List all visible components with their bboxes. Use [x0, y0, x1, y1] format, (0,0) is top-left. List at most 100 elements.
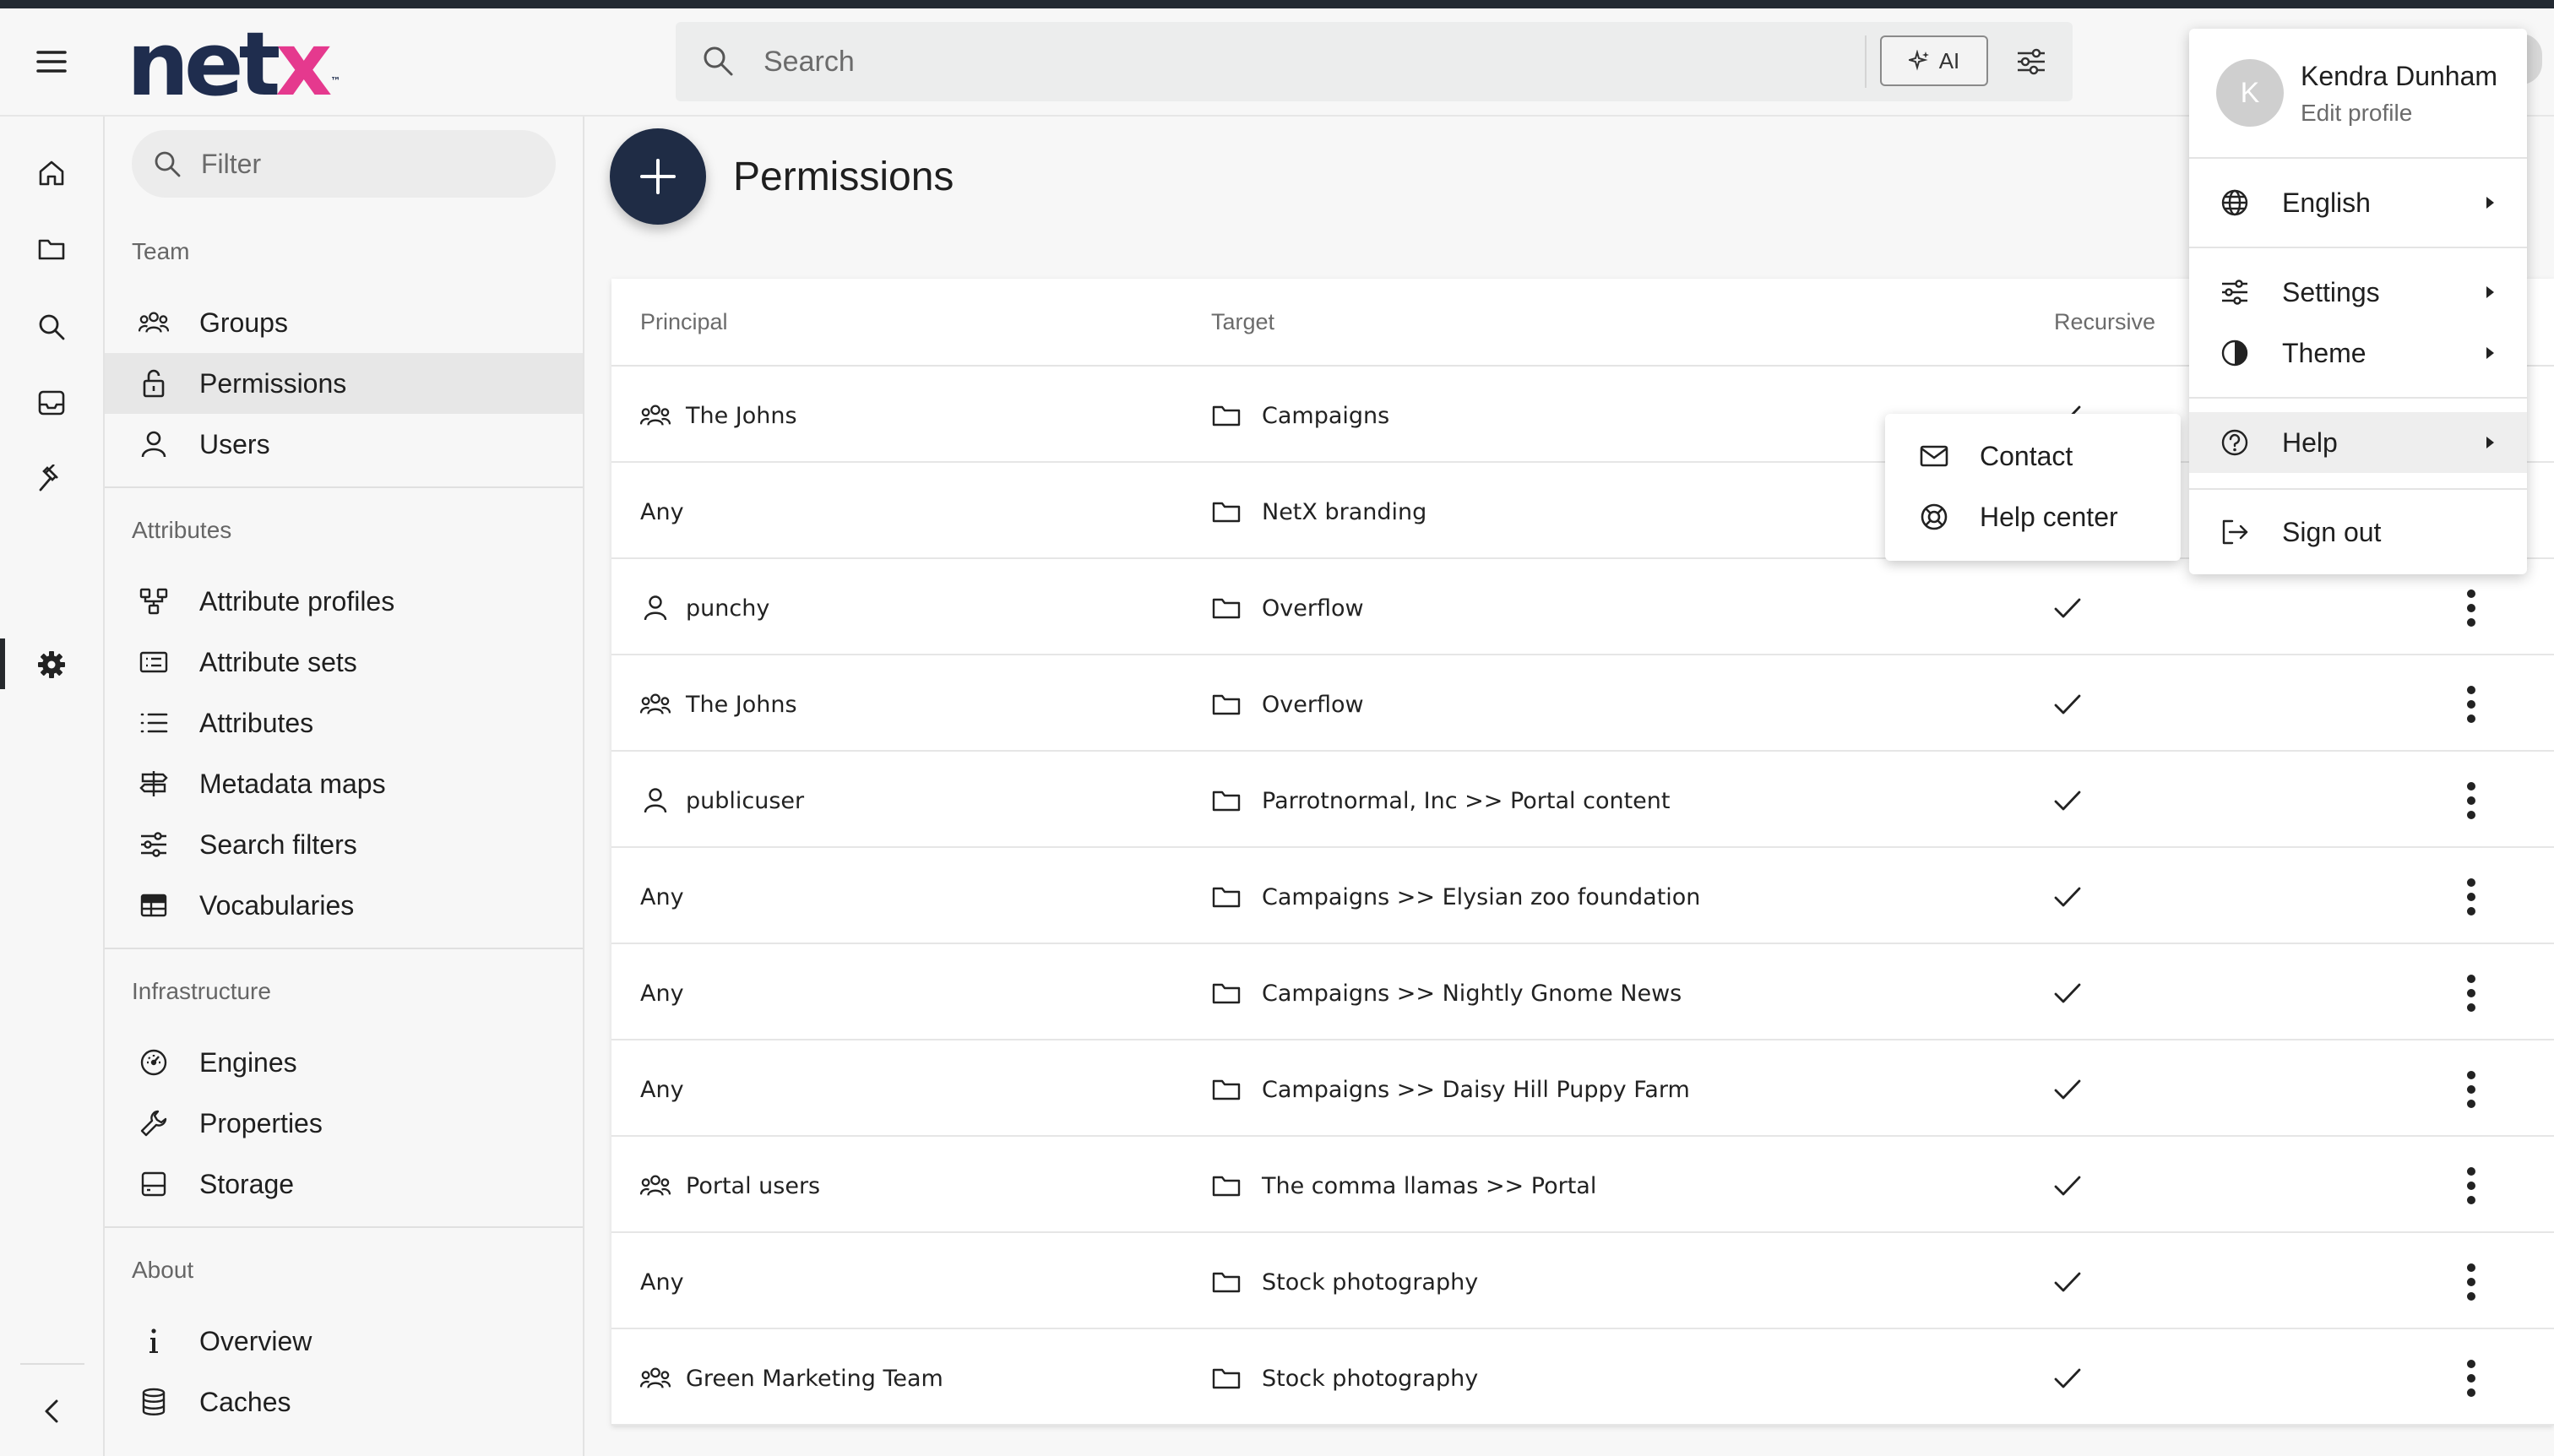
add-permission-button[interactable] [610, 128, 706, 225]
table-row[interactable]: The Johns Overflow [611, 655, 2554, 752]
folder-icon [1211, 689, 1242, 720]
target-path: Overflow [1262, 691, 1364, 718]
table-row[interactable]: Any Stock photography [611, 1233, 2554, 1329]
folder-icon [1211, 1074, 1242, 1105]
column-header-principal[interactable]: Principal [640, 309, 728, 335]
sidebar-item-attributes[interactable]: Attributes [105, 693, 583, 753]
home-icon[interactable] [30, 152, 73, 194]
column-header-recursive[interactable]: Recursive [2054, 309, 2155, 335]
avatar: K [2216, 59, 2284, 127]
menu-item-language[interactable]: English [2189, 172, 2527, 233]
app-header: netx ™ Search AI [0, 8, 2554, 117]
sidebar-item-label: Attribute profiles [199, 586, 395, 617]
gear-icon[interactable] [30, 644, 73, 686]
menu-item-label: Settings [2282, 277, 2380, 307]
collapse-chevron-icon[interactable] [30, 1390, 73, 1432]
search-icon[interactable] [30, 306, 73, 348]
groups-icon [640, 400, 671, 431]
database-icon [139, 1387, 169, 1417]
folder-icon [1211, 593, 1242, 623]
sidebar-item-attribute-profiles[interactable]: Attribute profiles [105, 571, 583, 632]
sidebar-item-users[interactable]: Users [105, 414, 583, 475]
menu-item-label: Theme [2282, 338, 2367, 368]
filter-field[interactable]: Filter [132, 130, 556, 198]
user-icon [640, 785, 671, 816]
table-row[interactable]: publicuser Parrotnormal, Inc >> Portal co… [611, 752, 2554, 848]
row-actions-kebab-icon[interactable] [2453, 684, 2490, 725]
folder-icon[interactable] [30, 228, 73, 270]
search-divider [1865, 35, 1867, 88]
table-row[interactable]: Any Campaigns >> Daisy Hill Puppy Farm [611, 1040, 2554, 1137]
row-actions-kebab-icon[interactable] [2453, 1262, 2490, 1302]
principal-cell: Any [640, 878, 684, 915]
menu-item-help[interactable]: Help [2189, 412, 2527, 473]
checkmark-icon [2051, 784, 2084, 818]
menu-item-settings[interactable]: Settings [2189, 262, 2527, 323]
netx-logo[interactable]: netx ™ [127, 20, 340, 108]
column-header-target[interactable]: Target [1211, 309, 1274, 335]
row-actions-kebab-icon[interactable] [2453, 588, 2490, 628]
sidebar-item-attribute-sets[interactable]: Attribute sets [105, 632, 583, 693]
row-actions-kebab-icon[interactable] [2453, 1165, 2490, 1206]
principal-name: Any [640, 498, 684, 525]
settings-sidenav: Filter Team Groups Permissions Users Att… [105, 117, 584, 1456]
sidebar-item-metadata-maps[interactable]: Metadata maps [105, 753, 583, 814]
sidebar-item-search-filters[interactable]: Search filters [105, 814, 583, 875]
table-row[interactable]: Any Campaigns >> Elysian zoo foundation [611, 848, 2554, 944]
menu-item-label: Sign out [2282, 517, 2382, 547]
target-path: Stock photography [1262, 1269, 1479, 1296]
groups-icon [139, 307, 169, 338]
table-row[interactable]: Any Campaigns >> Nightly Gnome News [611, 944, 2554, 1040]
sidebar-item-storage[interactable]: Storage [105, 1154, 583, 1214]
row-actions-kebab-icon[interactable] [2453, 1069, 2490, 1110]
ai-search-button[interactable]: AI [1880, 35, 1988, 86]
menu-divider [2189, 247, 2527, 248]
section-header-about: About [132, 1257, 194, 1283]
menu-icon[interactable] [30, 41, 73, 83]
search-options-button[interactable] [2010, 41, 2052, 83]
user-icon [139, 429, 169, 459]
search-icon [152, 149, 182, 179]
checkmark-icon [2051, 1361, 2084, 1395]
caret-right-icon [2486, 437, 2494, 448]
sidebar-item-permissions[interactable]: Permissions [105, 353, 583, 414]
hammer-icon[interactable] [30, 458, 73, 500]
sidebar-item-label: Properties [199, 1108, 323, 1138]
sidebar-item-groups[interactable]: Groups [105, 292, 583, 353]
sliders-icon [139, 829, 169, 860]
sidebar-item-properties[interactable]: Properties [105, 1093, 583, 1154]
search-bar[interactable]: Search AI [676, 22, 2073, 101]
principal-name: Any [640, 980, 684, 1007]
card-list-icon [139, 647, 169, 677]
principal-cell: Any [640, 975, 684, 1012]
menu-item-theme[interactable]: Theme [2189, 323, 2527, 383]
menu-item-sign-out[interactable]: Sign out [2189, 502, 2527, 562]
help-circle-icon [2220, 427, 2250, 458]
principal-cell: Any [640, 1071, 684, 1108]
sidebar-item-engines[interactable]: Engines [105, 1032, 583, 1093]
row-actions-kebab-icon[interactable] [2453, 877, 2490, 917]
edit-profile-link[interactable]: Edit profile [2301, 100, 2412, 127]
row-actions-kebab-icon[interactable] [2453, 1358, 2490, 1399]
sidebar-item-overview[interactable]: Overview [105, 1311, 583, 1372]
menu-item-help-center[interactable]: Help center [1885, 486, 2181, 547]
folder-icon [1211, 1267, 1242, 1297]
sidebar-item-vocabularies[interactable]: Vocabularies [105, 875, 583, 936]
row-actions-kebab-icon[interactable] [2453, 973, 2490, 1013]
principal-cell: Green Marketing Team [640, 1360, 943, 1397]
table-row[interactable]: Green Marketing Team Stock photography [611, 1329, 2554, 1426]
sidebar-item-label: Attribute sets [199, 647, 357, 677]
principal-name: Any [640, 1076, 684, 1103]
target-path: The comma llamas >> Portal [1262, 1172, 1597, 1199]
inbox-icon[interactable] [30, 382, 73, 424]
sidebar-item-caches[interactable]: Caches [105, 1372, 583, 1432]
filter-input[interactable]: Filter [201, 149, 261, 180]
top-accent-bar [0, 0, 2554, 8]
folder-icon [1211, 1363, 1242, 1394]
search-input[interactable]: Search [763, 46, 855, 79]
target-path: Parrotnormal, Inc >> Portal content [1262, 787, 1671, 814]
list-icon [139, 708, 169, 738]
row-actions-kebab-icon[interactable] [2453, 780, 2490, 821]
menu-item-contact[interactable]: Contact [1885, 426, 2181, 486]
table-row[interactable]: Portal users The comma llamas >> Portal [611, 1137, 2554, 1233]
